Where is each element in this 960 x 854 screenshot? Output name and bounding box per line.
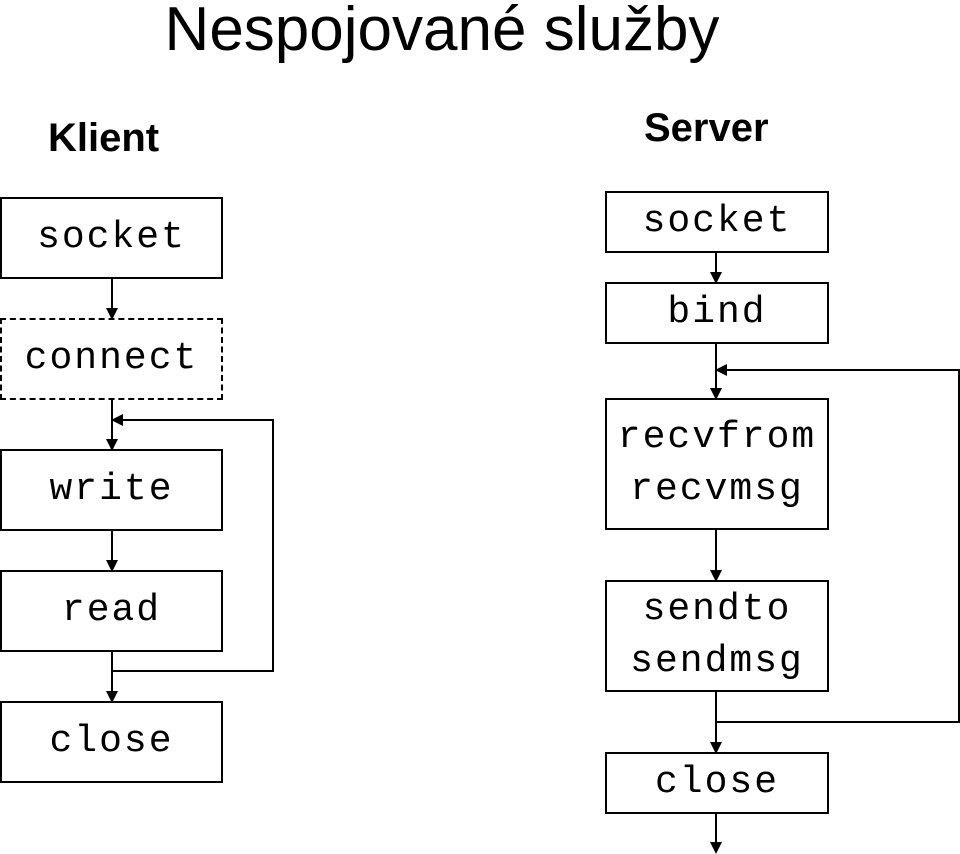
step-label: sendto xyxy=(642,588,792,631)
step-label: close xyxy=(654,761,780,804)
client-step-close: close xyxy=(0,701,223,783)
step-label: socket xyxy=(37,216,186,259)
step-label: recvfrom xyxy=(617,416,817,459)
server-step-socket: socket xyxy=(605,191,829,253)
client-step-write: write xyxy=(0,449,223,531)
server-step-recv: recvfrom recvmsg xyxy=(605,398,829,530)
server-step-send: sendto sendmsg xyxy=(605,580,829,692)
client-step-read: read xyxy=(0,570,223,652)
client-step-socket: socket xyxy=(0,197,223,279)
step-label: write xyxy=(49,468,174,511)
step-label: sendmsg xyxy=(630,640,804,683)
step-label: close xyxy=(49,720,174,763)
step-label: connect xyxy=(24,337,199,380)
step-label: recvmsg xyxy=(630,468,804,511)
client-step-connect: connect xyxy=(0,318,223,400)
step-label: socket xyxy=(642,200,792,243)
server-step-bind: bind xyxy=(605,282,829,344)
step-label: read xyxy=(61,589,162,632)
server-step-close: close xyxy=(605,752,829,814)
step-label: bind xyxy=(667,291,767,334)
